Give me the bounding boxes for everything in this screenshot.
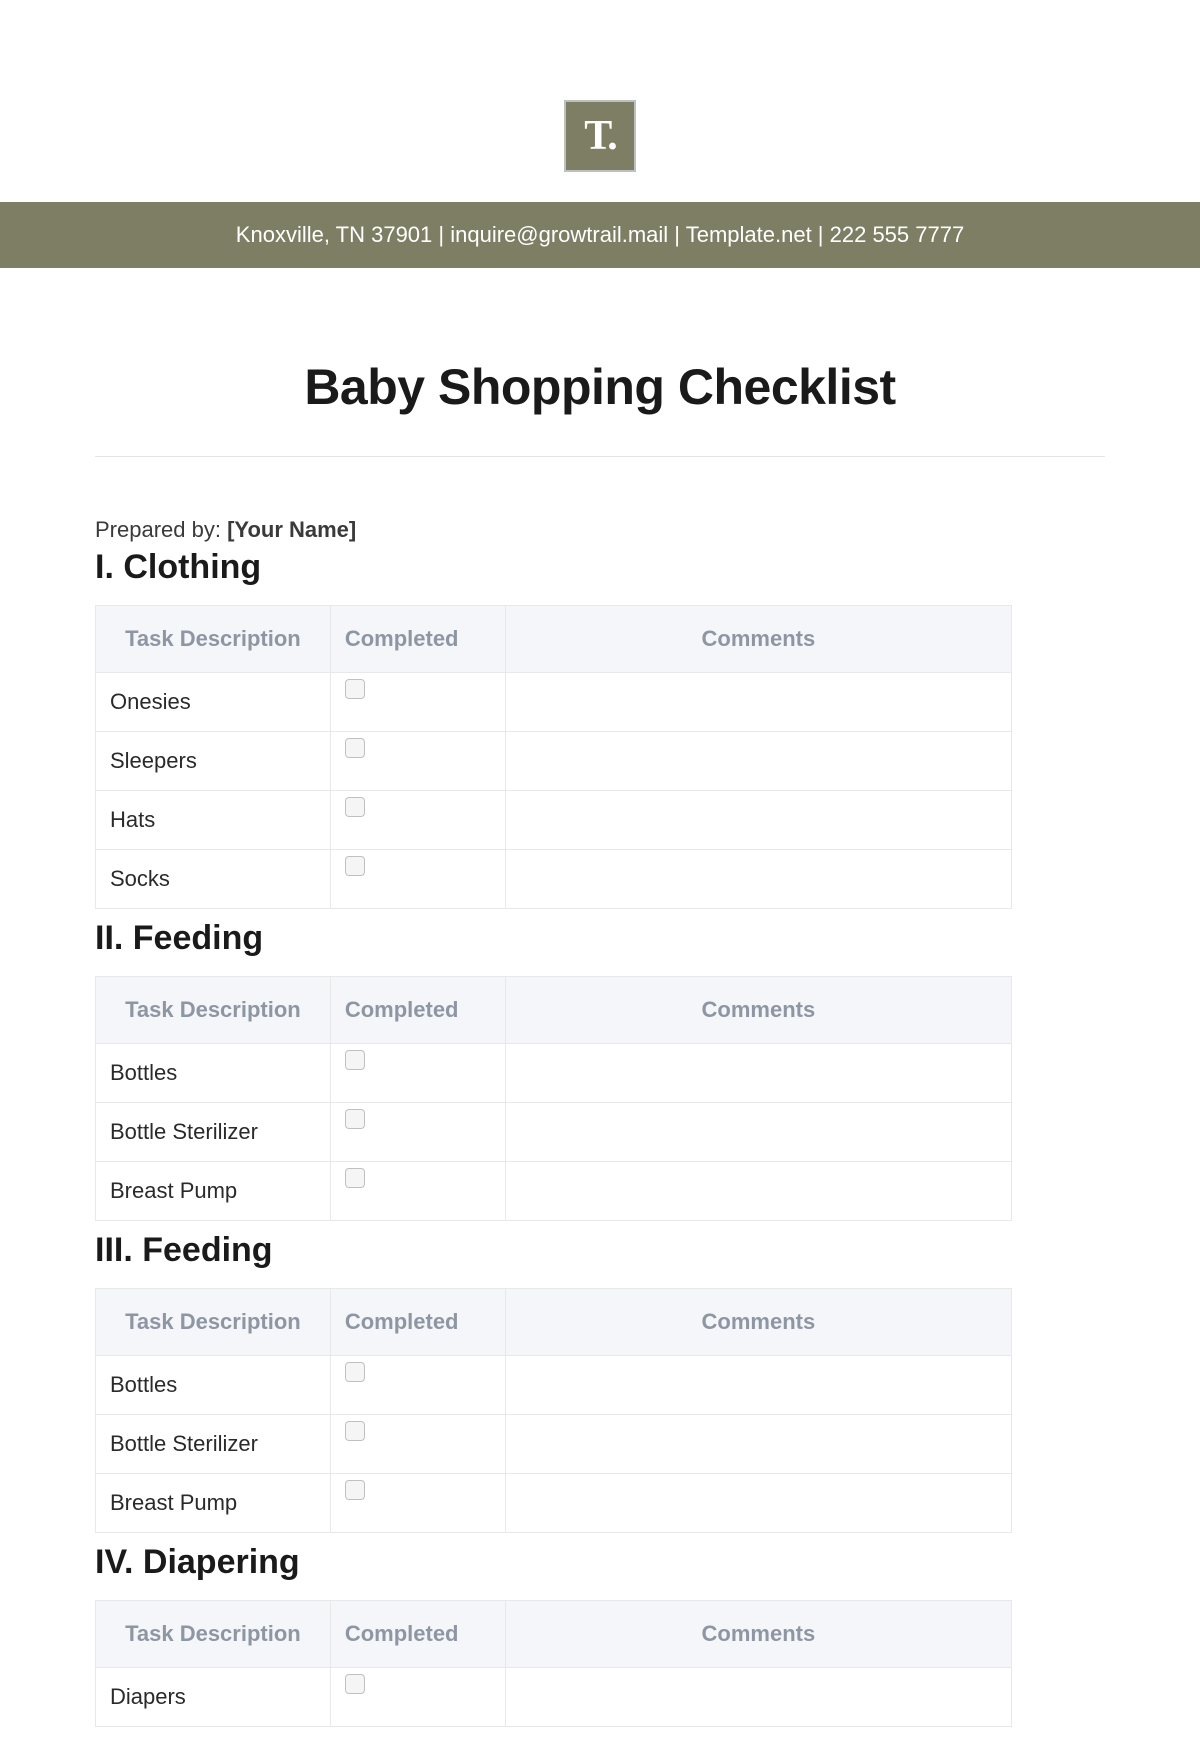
checkbox[interactable] — [345, 1480, 365, 1500]
comments-cell[interactable] — [505, 673, 1011, 732]
section-title: I. Clothing — [95, 548, 1105, 587]
table-row: Hats — [96, 791, 1012, 850]
section-title: IV. Diapering — [95, 1543, 1105, 1582]
column-header-completed: Completed — [330, 606, 505, 673]
task-description-cell: Breast Pump — [96, 1474, 331, 1533]
column-header-comments: Comments — [505, 977, 1011, 1044]
comments-cell[interactable] — [505, 1356, 1011, 1415]
checklist-table: Task DescriptionCompletedCommentsOnesies… — [95, 605, 1012, 909]
task-description-cell: Bottles — [96, 1356, 331, 1415]
checklist-table: Task DescriptionCompletedCommentsBottles… — [95, 1288, 1012, 1533]
column-header-task: Task Description — [96, 1289, 331, 1356]
comments-cell[interactable] — [505, 1162, 1011, 1221]
header-banner: Knoxville, TN 37901 | inquire@growtrail.… — [0, 202, 1200, 268]
column-header-task: Task Description — [96, 606, 331, 673]
completed-cell — [330, 1162, 505, 1221]
column-header-comments: Comments — [505, 606, 1011, 673]
comments-cell[interactable] — [505, 1474, 1011, 1533]
table-header-row: Task DescriptionCompletedComments — [96, 606, 1012, 673]
task-description-cell: Diapers — [96, 1668, 331, 1727]
completed-cell — [330, 1474, 505, 1533]
comments-cell[interactable] — [505, 850, 1011, 909]
checkbox[interactable] — [345, 1421, 365, 1441]
table-row: Bottle Sterilizer — [96, 1103, 1012, 1162]
completed-cell — [330, 850, 505, 909]
task-description-cell: Bottle Sterilizer — [96, 1415, 331, 1474]
content-area: Baby Shopping Checklist Prepared by: [Yo… — [0, 358, 1200, 1727]
completed-cell — [330, 673, 505, 732]
table-row: Diapers — [96, 1668, 1012, 1727]
task-description-cell: Breast Pump — [96, 1162, 331, 1221]
completed-cell — [330, 1103, 505, 1162]
task-description-cell: Bottles — [96, 1044, 331, 1103]
checklist-table: Task DescriptionCompletedCommentsBottles… — [95, 976, 1012, 1221]
column-header-completed: Completed — [330, 1601, 505, 1668]
table-row: Onesies — [96, 673, 1012, 732]
table-header-row: Task DescriptionCompletedComments — [96, 1289, 1012, 1356]
comments-cell[interactable] — [505, 1668, 1011, 1727]
checkbox[interactable] — [345, 679, 365, 699]
table-row: Breast Pump — [96, 1162, 1012, 1221]
logo-container: T. — [0, 0, 1200, 202]
checkbox[interactable] — [345, 1050, 365, 1070]
checkbox[interactable] — [345, 797, 365, 817]
table-row: Bottles — [96, 1356, 1012, 1415]
title-divider — [95, 456, 1105, 457]
section-title: II. Feeding — [95, 919, 1105, 958]
logo-text: T. — [584, 112, 615, 160]
comments-cell[interactable] — [505, 1415, 1011, 1474]
section-title: III. Feeding — [95, 1231, 1105, 1270]
completed-cell — [330, 1415, 505, 1474]
prepared-by-name: [Your Name] — [227, 517, 356, 542]
table-header-row: Task DescriptionCompletedComments — [96, 1601, 1012, 1668]
task-description-cell: Socks — [96, 850, 331, 909]
completed-cell — [330, 1356, 505, 1415]
comments-cell[interactable] — [505, 791, 1011, 850]
task-description-cell: Bottle Sterilizer — [96, 1103, 331, 1162]
comments-cell[interactable] — [505, 1044, 1011, 1103]
prepared-by-label: Prepared by: — [95, 517, 227, 542]
completed-cell — [330, 732, 505, 791]
column-header-completed: Completed — [330, 1289, 505, 1356]
completed-cell — [330, 1044, 505, 1103]
checkbox[interactable] — [345, 1362, 365, 1382]
column-header-comments: Comments — [505, 1289, 1011, 1356]
column-header-completed: Completed — [330, 977, 505, 1044]
checkbox[interactable] — [345, 1109, 365, 1129]
checklist-table: Task DescriptionCompletedCommentsDiapers — [95, 1600, 1012, 1727]
table-row: Socks — [96, 850, 1012, 909]
table-row: Sleepers — [96, 732, 1012, 791]
prepared-by: Prepared by: [Your Name] — [95, 517, 1105, 543]
task-description-cell: Onesies — [96, 673, 331, 732]
task-description-cell: Sleepers — [96, 732, 331, 791]
checkbox[interactable] — [345, 1168, 365, 1188]
logo-box: T. — [564, 100, 636, 172]
table-header-row: Task DescriptionCompletedComments — [96, 977, 1012, 1044]
page-title: Baby Shopping Checklist — [95, 358, 1105, 416]
checkbox[interactable] — [345, 1674, 365, 1694]
table-row: Bottles — [96, 1044, 1012, 1103]
completed-cell — [330, 791, 505, 850]
completed-cell — [330, 1668, 505, 1727]
checkbox[interactable] — [345, 738, 365, 758]
comments-cell[interactable] — [505, 732, 1011, 791]
sections-container: I. ClothingTask DescriptionCompletedComm… — [95, 548, 1105, 1727]
column-header-task: Task Description — [96, 1601, 331, 1668]
table-row: Breast Pump — [96, 1474, 1012, 1533]
table-row: Bottle Sterilizer — [96, 1415, 1012, 1474]
column-header-task: Task Description — [96, 977, 331, 1044]
task-description-cell: Hats — [96, 791, 331, 850]
column-header-comments: Comments — [505, 1601, 1011, 1668]
comments-cell[interactable] — [505, 1103, 1011, 1162]
checkbox[interactable] — [345, 856, 365, 876]
